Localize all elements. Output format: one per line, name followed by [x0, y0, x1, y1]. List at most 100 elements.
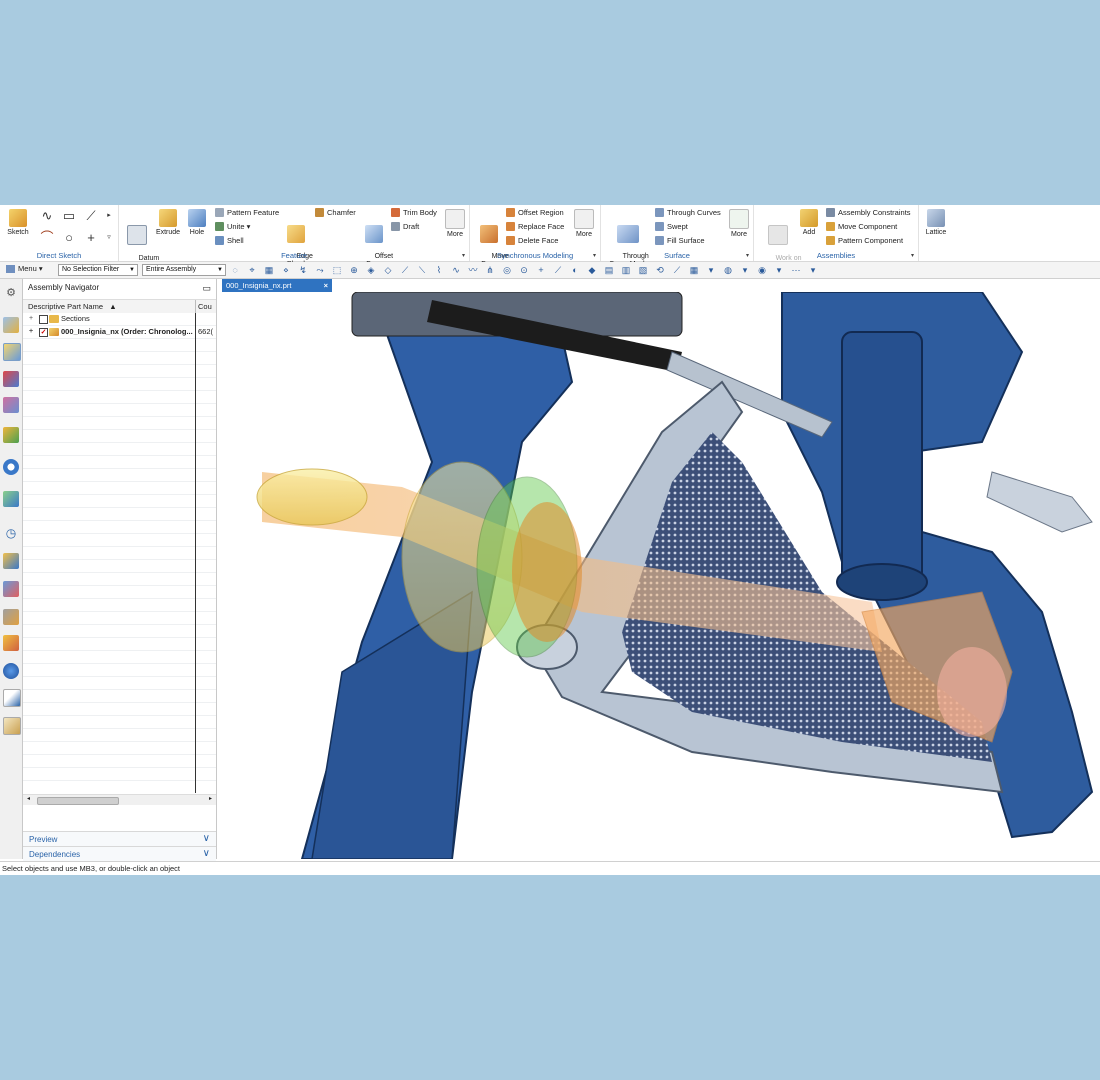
- rect-select-icon[interactable]: ⬚: [332, 265, 342, 275]
- group-expand-icon[interactable]: ▾: [746, 252, 749, 259]
- extrude-button[interactable]: Extrude: [153, 209, 183, 237]
- sync-more-button[interactable]: More: [572, 209, 596, 239]
- column-descriptive-part-name[interactable]: Descriptive Part Name ▲: [28, 302, 117, 311]
- feature-more-button[interactable]: More: [443, 209, 467, 239]
- selection-filter-dropdown[interactable]: No Selection Filter ▼: [58, 264, 138, 276]
- section-icon[interactable]: ▧: [638, 265, 648, 275]
- snap-end-icon[interactable]: ⟋: [400, 265, 410, 275]
- arc-icon[interactable]: ⌒: [38, 231, 56, 245]
- fill-surface-button[interactable]: Fill Surface: [655, 236, 705, 245]
- clock-icon[interactable]: ◷: [3, 525, 19, 541]
- group-expand-icon[interactable]: ▾: [593, 252, 596, 259]
- system-materials-icon[interactable]: [3, 553, 19, 569]
- draft-button[interactable]: Draft: [391, 222, 419, 231]
- dropdown-icon[interactable]: ▾: [706, 265, 716, 275]
- history-icon[interactable]: [3, 491, 19, 507]
- column-count[interactable]: Cou: [198, 302, 212, 311]
- surface-more-button[interactable]: More: [727, 209, 751, 239]
- dropdown-icon[interactable]: ▾: [808, 265, 818, 275]
- snap-center-icon[interactable]: ⊕: [349, 265, 359, 275]
- line-icon[interactable]: ⟋: [82, 209, 100, 223]
- rectangle-icon[interactable]: ▭: [60, 209, 78, 223]
- analysis-icon[interactable]: [3, 689, 21, 707]
- column-separator[interactable]: [195, 300, 196, 313]
- point-icon[interactable]: +: [82, 231, 100, 245]
- scrollbar-thumb[interactable]: [37, 797, 119, 805]
- snap-curve-icon[interactable]: ⌇: [434, 265, 444, 275]
- snap-circle-icon[interactable]: ⊙: [519, 265, 529, 275]
- circle-icon[interactable]: ○: [60, 231, 78, 245]
- point-icon[interactable]: ⌖: [247, 265, 257, 275]
- more-sketch-icon[interactable]: ▸: [100, 209, 118, 223]
- unite-button[interactable]: Unite ▾: [215, 222, 250, 231]
- expand-icon[interactable]: +: [29, 313, 33, 325]
- chain-icon[interactable]: ⤳: [315, 265, 325, 275]
- more-icon[interactable]: ⋯: [791, 265, 801, 275]
- layer-icon[interactable]: ▦: [689, 265, 699, 275]
- process-studio-icon[interactable]: [3, 581, 19, 597]
- snap-spline-icon[interactable]: ∿: [451, 265, 461, 275]
- swept-button[interactable]: Swept: [655, 222, 688, 231]
- replace-face-button[interactable]: Replace Face: [506, 222, 564, 231]
- snap-bounded-icon[interactable]: ◆: [587, 265, 597, 275]
- tree-row-assembly[interactable]: + ✓ 000_Insignia_nx (Order: Chronolog...…: [23, 326, 216, 338]
- add-component-button[interactable]: Add: [798, 209, 820, 237]
- part-navigator-icon[interactable]: [3, 317, 19, 333]
- reuse-library-icon[interactable]: [3, 397, 19, 413]
- snap-point-icon[interactable]: ◇: [383, 265, 393, 275]
- scroll-left-icon[interactable]: ◂: [27, 795, 30, 802]
- settings-gear-icon[interactable]: ⚙: [3, 285, 19, 301]
- select-icon[interactable]: ⋄: [281, 265, 291, 275]
- snap-line-icon[interactable]: ⟋: [553, 265, 563, 275]
- move-component-button[interactable]: Move Component: [826, 222, 897, 231]
- hd3d-tools-icon[interactable]: [3, 427, 19, 443]
- manufacturing-wizards-icon[interactable]: [3, 609, 19, 625]
- horizontal-scrollbar[interactable]: ◂ ▸: [23, 794, 216, 805]
- snap-face-icon[interactable]: ◐: [570, 265, 580, 275]
- snap-arc-center-icon[interactable]: ◎: [502, 265, 512, 275]
- view-icon[interactable]: ▤: [604, 265, 614, 275]
- studio-spline-icon[interactable]: ∿: [38, 209, 56, 223]
- visibility-checkbox[interactable]: [39, 315, 48, 324]
- snap-quadrant-icon[interactable]: ◈: [366, 265, 376, 275]
- dependencies-panel-header[interactable]: Dependencies ∨: [23, 846, 216, 861]
- menu-button[interactable]: Menu ▾: [6, 264, 43, 273]
- sphere-icon[interactable]: ◉: [757, 265, 767, 275]
- group-expand-icon[interactable]: ▾: [911, 252, 914, 259]
- assembly-constraints-button[interactable]: Assembly Constraints: [826, 208, 911, 217]
- hole-button[interactable]: Hole: [185, 209, 209, 237]
- offset-region-button[interactable]: Offset Region: [506, 208, 564, 217]
- journal-icon[interactable]: [3, 717, 21, 735]
- expand-icon[interactable]: +: [29, 326, 33, 338]
- link-icon[interactable]: ↯: [298, 265, 308, 275]
- dropdown-icon[interactable]: ▾: [740, 265, 750, 275]
- snap-wave-icon[interactable]: 〰: [468, 265, 478, 275]
- material-icon[interactable]: ◍: [723, 265, 733, 275]
- snap-intersect-icon[interactable]: ⋔: [485, 265, 495, 275]
- trim-body-button[interactable]: Trim Body: [391, 208, 437, 217]
- render-icon[interactable]: ▥: [621, 265, 631, 275]
- rotate-icon[interactable]: ⟲: [655, 265, 665, 275]
- pattern-feature-button[interactable]: Pattern Feature: [215, 208, 279, 217]
- chamfer-button[interactable]: Chamfer: [315, 208, 356, 217]
- dropdown-icon[interactable]: ▾: [774, 265, 784, 275]
- pattern-component-button[interactable]: Pattern Component: [826, 236, 903, 245]
- sketch-button[interactable]: Sketch: [4, 209, 32, 237]
- system-scenes-icon[interactable]: [3, 663, 19, 679]
- roles-icon[interactable]: [3, 635, 19, 651]
- shell-button[interactable]: Shell: [215, 236, 244, 245]
- preview-panel-header[interactable]: Preview ∨: [23, 831, 216, 846]
- filter-icon[interactable]: ▦: [264, 265, 274, 275]
- lattice-button[interactable]: Lattice: [922, 209, 950, 237]
- graphics-window-tab[interactable]: 000_Insignia_nx.prt ×: [222, 279, 332, 292]
- snap-plus-icon[interactable]: +: [536, 265, 546, 275]
- close-icon[interactable]: ×: [324, 279, 328, 292]
- sketch-expand-icon[interactable]: ▿: [100, 231, 118, 245]
- web-browser-icon[interactable]: [3, 459, 19, 475]
- maximize-icon[interactable]: ▭: [202, 283, 211, 294]
- delete-face-button[interactable]: Delete Face: [506, 236, 558, 245]
- orient-icon[interactable]: ⟋: [672, 265, 682, 275]
- selection-scope-dropdown[interactable]: Entire Assembly ▼: [142, 264, 226, 276]
- group-expand-icon[interactable]: ▾: [462, 252, 465, 259]
- constraint-navigator-icon[interactable]: [3, 371, 19, 387]
